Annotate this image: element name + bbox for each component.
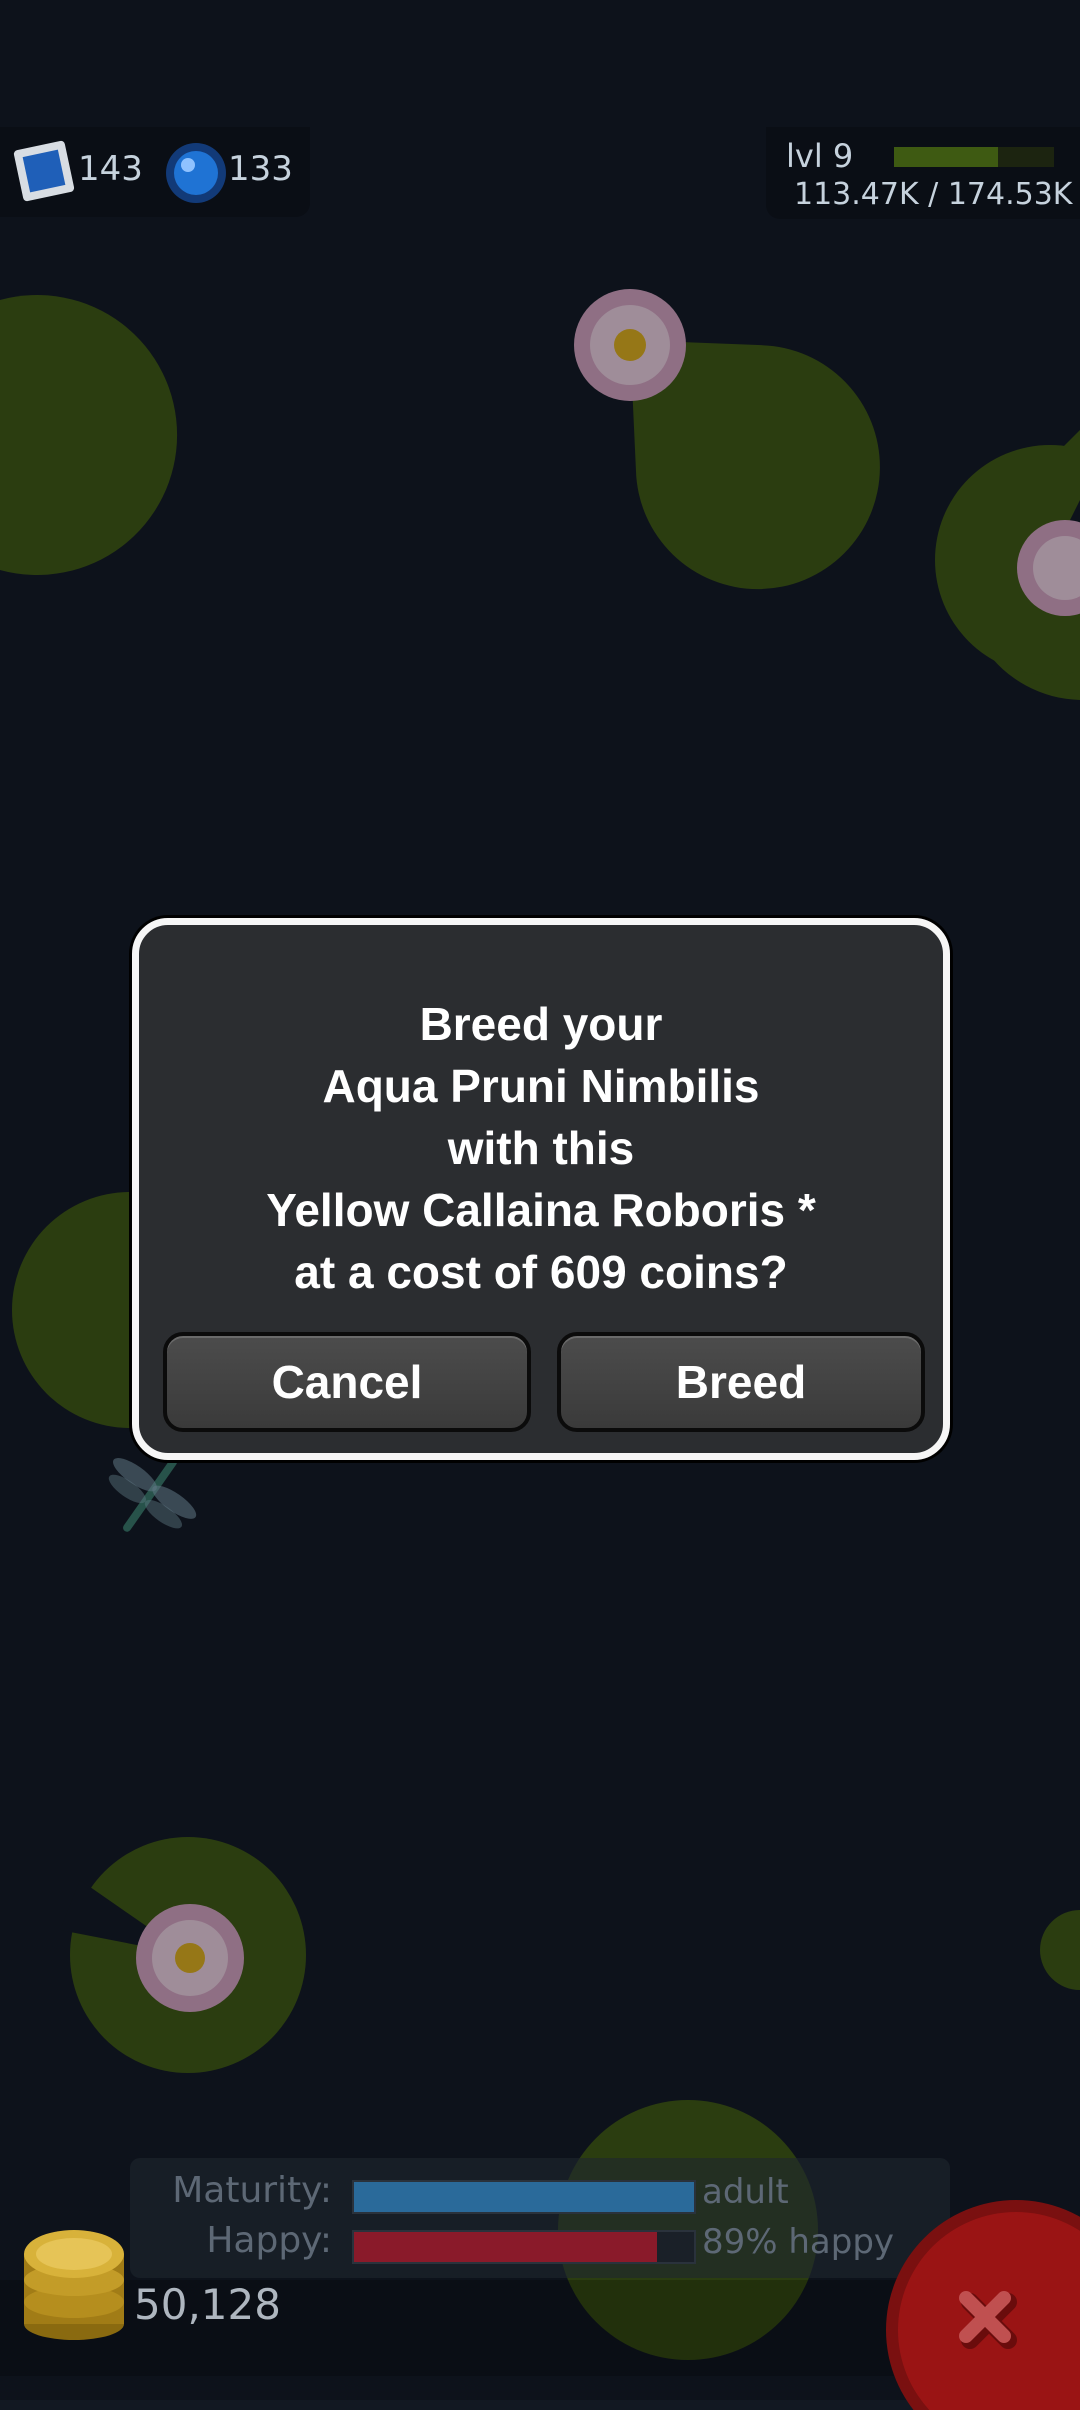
happy-bar-fill <box>354 2232 657 2262</box>
pet-status-panel: Maturity: adult Happy: 89% happy <box>130 2158 950 2278</box>
maturity-bar-fill <box>354 2182 694 2212</box>
orb-count: 133 <box>228 149 293 189</box>
currency-panel: 143 133 <box>0 127 310 217</box>
stamp-count: 143 <box>78 149 143 189</box>
stamp-icon <box>13 140 75 202</box>
dialog-line: Aqua Pruni Nimbilis <box>322 1060 760 1112</box>
happy-label: Happy: <box>206 2220 332 2261</box>
coins-icon <box>24 2230 124 2340</box>
maturity-label: Maturity: <box>172 2170 332 2211</box>
xp-text: 113.47K / 174.53K <box>794 177 1073 212</box>
close-icon[interactable] <box>876 2190 1080 2410</box>
level-label: lvl 9 <box>786 137 854 175</box>
happy-bar <box>352 2230 696 2264</box>
dialog-line: Yellow Callaina Roboris * <box>266 1184 816 1236</box>
breed-confirm-dialog: Breed your Aqua Pruni Nimbilis with this… <box>132 918 950 1460</box>
xp-bar <box>894 147 1054 167</box>
level-panel[interactable]: lvl 9 113.47K / 174.53K <box>766 127 1080 219</box>
xp-bar-fill <box>894 147 998 167</box>
maturity-bar <box>352 2180 696 2214</box>
breed-button[interactable]: Breed <box>557 1332 925 1432</box>
coin-count: 50,128 <box>134 2280 281 2329</box>
maturity-value: adult <box>702 2172 789 2212</box>
dialog-line: with this <box>447 1122 635 1174</box>
cancel-button[interactable]: Cancel <box>163 1332 531 1432</box>
dialog-line: at a cost of 609 coins? <box>294 1246 788 1298</box>
dialog-line: Breed your <box>419 998 663 1050</box>
dialog-message: Breed your Aqua Pruni Nimbilis with this… <box>139 993 943 1303</box>
orb-icon <box>166 143 226 203</box>
happy-value: 89% happy <box>702 2222 895 2262</box>
